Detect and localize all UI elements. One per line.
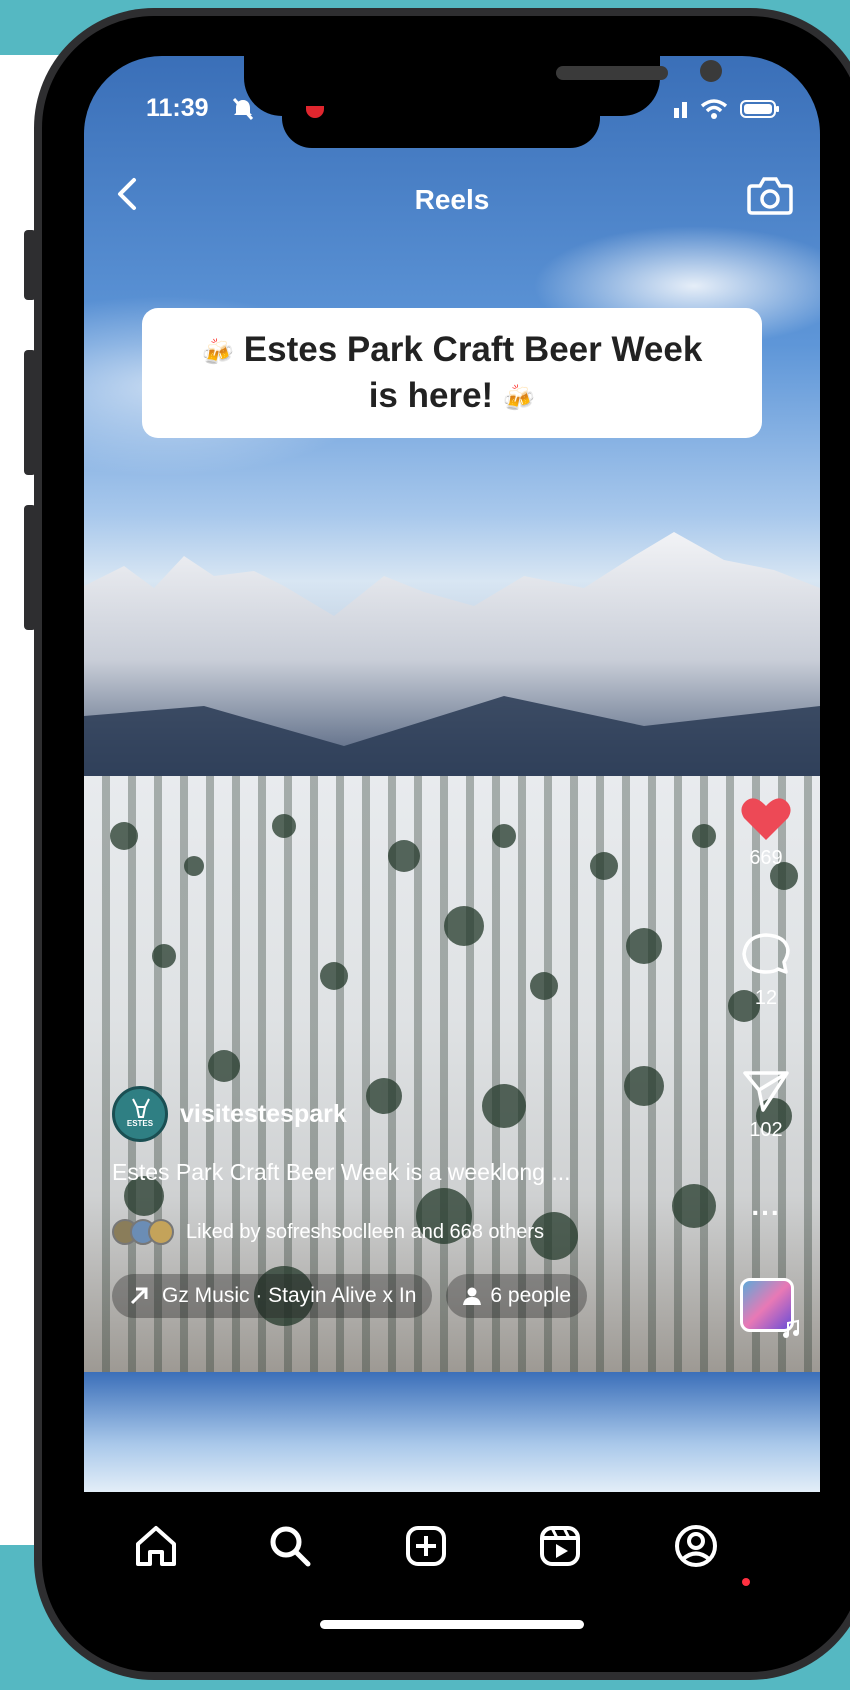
liked-by-row[interactable]: Liked by sofreshsoclleen and 668 others bbox=[112, 1219, 544, 1245]
liked-by-text: Liked by sofreshsoclleen and 668 others bbox=[186, 1220, 545, 1243]
profile-icon[interactable] bbox=[672, 1522, 720, 1570]
share-action[interactable]: 102 bbox=[728, 1068, 804, 1142]
comment-action[interactable]: 12 bbox=[728, 932, 804, 1010]
account-row[interactable]: ESTES visitestespark bbox=[112, 1086, 347, 1142]
send-icon[interactable] bbox=[741, 1068, 791, 1114]
share-count: 102 bbox=[749, 1119, 783, 1141]
caption-line-2: is here! bbox=[368, 376, 494, 415]
page-title: Reels bbox=[414, 184, 490, 215]
liked-avatars bbox=[112, 1219, 174, 1245]
status-icons bbox=[674, 98, 780, 120]
mountain-range bbox=[84, 532, 820, 816]
next-reel-preview[interactable] bbox=[84, 1372, 820, 1492]
home-icon[interactable] bbox=[132, 1522, 180, 1570]
person-icon bbox=[463, 1287, 482, 1305]
heart-icon[interactable] bbox=[740, 796, 792, 842]
comment-count: 12 bbox=[754, 987, 778, 1009]
signal-icon bbox=[674, 102, 687, 118]
caption-line-1: Estes Park Craft Beer Week bbox=[243, 330, 703, 369]
caption-overlay: 🍻 Estes Park Craft Beer Week is here! 🍻 bbox=[142, 308, 762, 438]
music-row: Gz Music · Stayin Alive x In 6 people bbox=[112, 1274, 587, 1318]
comment-icon[interactable] bbox=[740, 932, 792, 982]
music-note-icon bbox=[783, 1319, 799, 1338]
more-options-icon[interactable]: ... bbox=[728, 1190, 804, 1222]
notification-dot bbox=[742, 1578, 750, 1586]
avatar-text: ESTES bbox=[126, 1119, 154, 1128]
home-indicator[interactable] bbox=[320, 1620, 584, 1629]
search-icon[interactable] bbox=[266, 1522, 314, 1570]
create-icon[interactable] bbox=[402, 1522, 450, 1570]
beer-emoji: 🍻 bbox=[201, 337, 235, 367]
music-pill[interactable]: Gz Music · Stayin Alive x In bbox=[112, 1274, 433, 1318]
bell-mute-icon bbox=[232, 97, 254, 121]
avatar[interactable]: ESTES bbox=[112, 1086, 168, 1142]
username[interactable]: visitestespark bbox=[180, 1100, 347, 1129]
beer-emoji: 🍻 bbox=[502, 383, 536, 413]
battery-icon bbox=[740, 100, 779, 118]
status-time: 11:39 bbox=[146, 94, 209, 122]
music-track: Gz Music · Stayin Alive x In bbox=[162, 1284, 417, 1307]
wifi-icon bbox=[700, 99, 728, 119]
people-tag-button[interactable]: 6 people bbox=[446, 1274, 587, 1318]
people-count: 6 people bbox=[490, 1284, 571, 1307]
like-count: 669 bbox=[749, 847, 783, 869]
post-description[interactable]: Estes Park Craft Beer Week is a weeklong… bbox=[112, 1159, 632, 1186]
camera-icon[interactable] bbox=[746, 172, 794, 218]
arrow-up-right-icon bbox=[130, 1287, 148, 1305]
phone-screen: 11:39 Reels 🍻 Estes Park Craft Beer Week… bbox=[84, 56, 820, 1646]
avatar bbox=[148, 1219, 174, 1245]
reels-icon[interactable] bbox=[536, 1522, 584, 1570]
audio-thumbnail[interactable] bbox=[740, 1278, 799, 1338]
like-action[interactable]: 669 bbox=[728, 796, 804, 870]
bottom-tab-bar bbox=[84, 1492, 820, 1646]
